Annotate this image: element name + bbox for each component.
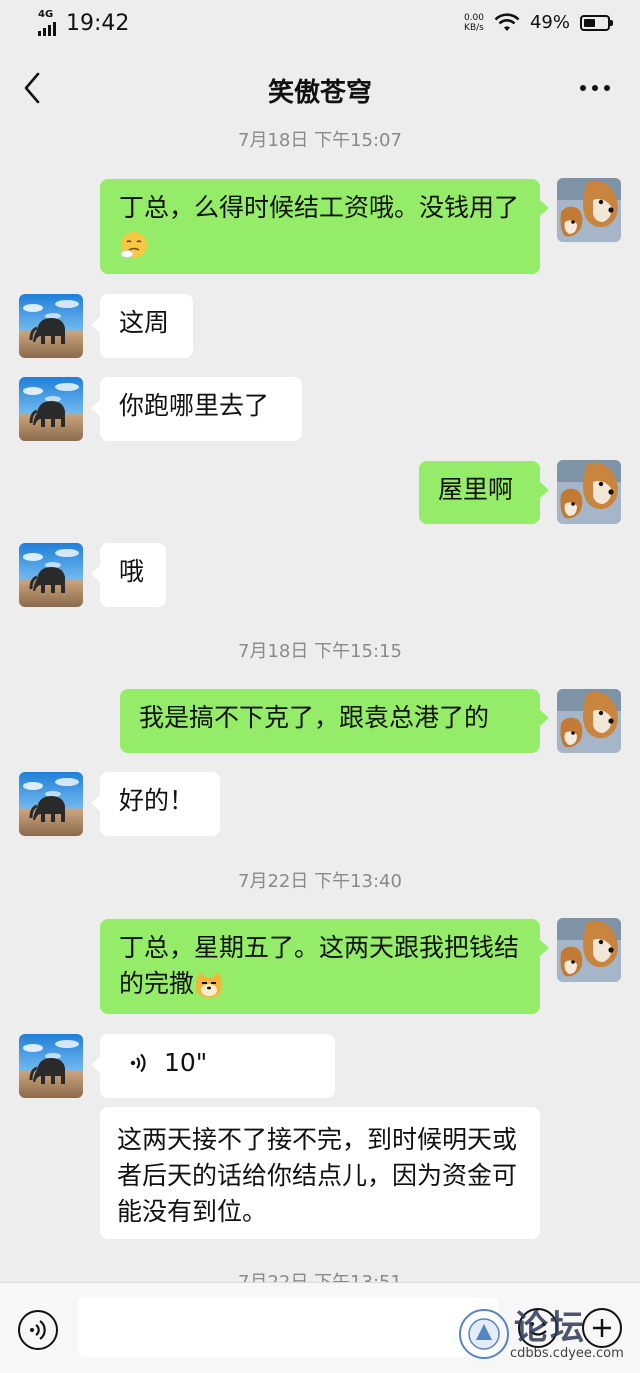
network-speed-value: 0.00 — [463, 12, 484, 23]
contact-avatar[interactable] — [19, 1034, 83, 1098]
voice-icon — [29, 1319, 46, 1340]
message-text: 丁总，么得时候结工资哦。没钱用了 — [119, 193, 520, 222]
message-bubble-sent[interactable]: 丁总，星期五了。这两天跟我把钱结的完撒 — [100, 919, 549, 1014]
message-text: 丁总，星期五了。这两天跟我把钱结的完撒 — [119, 933, 520, 998]
status-bar-left: 4G 19:42 — [38, 10, 129, 36]
message-text: 这周 — [119, 308, 170, 337]
sick-emoji-icon — [120, 232, 147, 258]
message-bubble-sent[interactable]: 我是搞不下克了，跟袁总港了的 — [120, 689, 549, 753]
network-indicator: 4G — [38, 10, 56, 36]
battery-icon — [580, 14, 613, 31]
emoji-button[interactable] — [518, 1308, 558, 1348]
contact-avatar[interactable] — [19, 772, 83, 836]
message-timestamp: 7月18日 下午15:15 — [238, 641, 402, 662]
doge-emoji-icon — [196, 972, 223, 998]
more-functions-button[interactable] — [582, 1308, 622, 1348]
self-avatar[interactable] — [557, 918, 621, 982]
message-input[interactable] — [78, 1297, 498, 1357]
chat-title: 笑傲苍穹 — [267, 78, 372, 108]
status-bar-right: 0.00 KB/s 49% — [464, 12, 613, 33]
contact-avatar[interactable] — [19, 377, 83, 441]
voice-transcript-bubble[interactable]: 这两天接不了接不完，到时候明天或者后天的话给你结点儿，因为资金可能没有到位。 — [100, 1107, 540, 1239]
message-bubble-received[interactable]: 你跑哪里去了 — [91, 377, 302, 441]
status-bar: 4G 19:42 0.00 KB/s 49% — [0, 0, 640, 50]
battery-percent: 49% — [529, 12, 570, 33]
plus-icon — [592, 1318, 611, 1337]
message-text: 我是搞不下克了，跟袁总港了的 — [139, 703, 490, 732]
message-text: 你跑哪里去了 — [119, 391, 270, 420]
message-text: 这两天接不了接不完，到时候明天或者后天的话给你结点儿，因为资金可能没有到位。 — [117, 1125, 518, 1226]
status-time: 19:42 — [66, 10, 130, 36]
message-bubble-sent[interactable]: 丁总，么得时候结工资哦。没钱用了 — [100, 179, 549, 274]
voice-message-bubble[interactable]: 10" — [91, 1034, 335, 1098]
wifi-icon — [494, 12, 520, 31]
contact-avatar[interactable] — [19, 543, 83, 607]
input-bar — [0, 1282, 640, 1373]
self-avatar[interactable] — [557, 689, 621, 753]
message-timestamp: 7月18日 下午15:07 — [238, 130, 402, 151]
message-text: 哦 — [119, 557, 145, 586]
more-options-icon[interactable] — [580, 76, 616, 100]
message-bubble-received[interactable]: 好的！ — [91, 772, 220, 836]
chat-header: 笑傲苍穹 — [0, 52, 640, 126]
self-avatar[interactable] — [557, 178, 621, 242]
voice-duration: 10" — [164, 1048, 208, 1077]
message-bubble-received[interactable]: 这周 — [91, 294, 193, 358]
smiley-icon — [528, 1321, 547, 1336]
message-text: 好的！ — [119, 786, 195, 815]
contact-avatar[interactable] — [19, 294, 83, 358]
voice-input-toggle[interactable] — [18, 1310, 58, 1350]
network-speed-unit: KB/s — [464, 22, 484, 33]
network-type: 4G — [38, 9, 54, 20]
signal-icon — [38, 20, 56, 36]
voice-wave-icon — [130, 1053, 146, 1073]
self-avatar[interactable] — [557, 460, 621, 524]
message-bubble-sent[interactable]: 屋里啊 — [419, 461, 549, 524]
message-bubble-received[interactable]: 哦 — [91, 543, 166, 607]
message-text: 屋里啊 — [438, 475, 514, 504]
message-timestamp: 7月22日 下午13:40 — [238, 871, 402, 892]
network-speed: 0.00 KB/s — [464, 13, 484, 33]
